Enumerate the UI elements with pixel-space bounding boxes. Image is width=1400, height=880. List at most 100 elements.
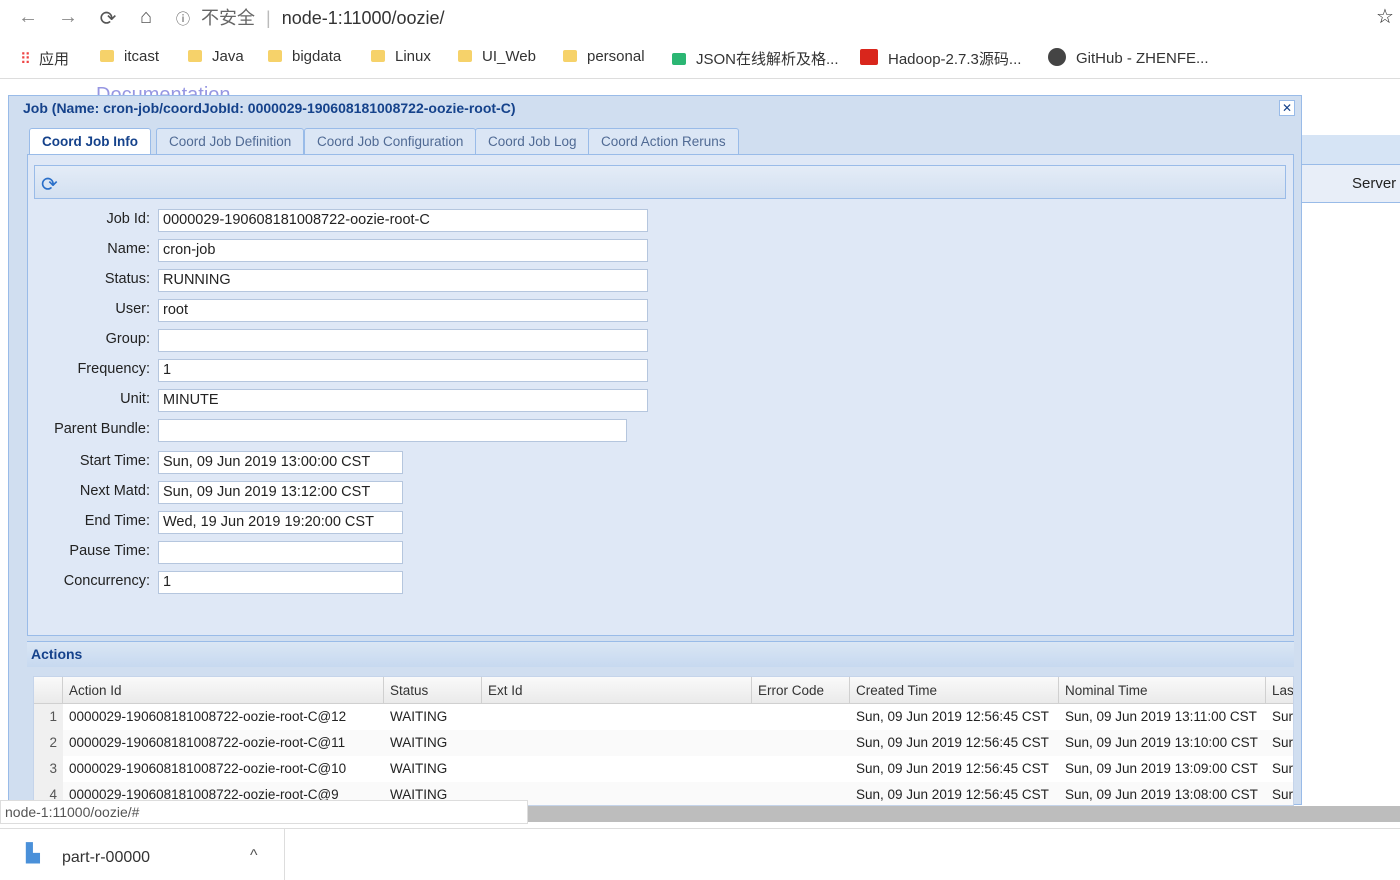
table-cell: 0000029-190608181008722-oozie-root-C@11 xyxy=(69,735,346,750)
bookmark-itcast[interactable]: itcast xyxy=(100,48,159,65)
field-label: Group: xyxy=(105,331,150,347)
info-icon[interactable]: ⓘ xyxy=(176,11,190,27)
table-cell: Sur xyxy=(1272,761,1294,776)
table-cell: 0000029-190608181008722-oozie-root-C@12 xyxy=(69,709,347,724)
table-cell: Sun, 09 Jun 2019 12:56:45 CST xyxy=(856,761,1049,776)
back-button[interactable]: ← xyxy=(16,6,40,29)
field-input[interactable]: cron-job xyxy=(158,239,648,262)
table-cell: Sun, 09 Jun 2019 13:11:00 CST xyxy=(1065,709,1257,724)
field-input[interactable] xyxy=(158,419,627,442)
json-icon xyxy=(672,53,686,65)
folder-icon xyxy=(268,50,282,62)
bookmark-json[interactable]: JSON在线解析及格... xyxy=(672,48,839,69)
folder-icon xyxy=(563,50,577,62)
field-input[interactable]: Sun, 09 Jun 2019 13:12:00 CST xyxy=(158,481,403,504)
job-dialog: Job (Name: cron-job/coordJobId: 0000029-… xyxy=(8,95,1302,806)
bookmark-java[interactable]: Java xyxy=(188,48,244,65)
table-cell xyxy=(752,782,850,805)
table-cell: Sun, 09 Jun 2019 12:56:45 CST xyxy=(856,735,1049,750)
chevron-up-icon[interactable]: ^ xyxy=(250,847,258,865)
field-input[interactable]: 1 xyxy=(158,359,648,382)
field-label: User: xyxy=(115,301,150,317)
tab-coord-job-info[interactable]: Coord Job Info xyxy=(29,128,151,155)
bookmark-personal[interactable]: personal xyxy=(563,48,645,65)
actions-header: Actions xyxy=(27,641,1294,667)
field-input[interactable]: 0000029-190608181008722-oozie-root-C xyxy=(158,209,648,232)
table-cell: WAITING xyxy=(390,761,448,776)
field-input[interactable]: root xyxy=(158,299,648,322)
table-cell: 0000029-190608181008722-oozie-root-C@10 xyxy=(69,761,347,776)
horizontal-scrollbar[interactable] xyxy=(528,806,1400,822)
column-header[interactable]: Created Time xyxy=(850,677,1059,704)
download-item[interactable]: ▙ part-r-00000 ^ xyxy=(0,829,285,880)
column-header[interactable]: Las xyxy=(1266,677,1293,704)
tab-coord-job-log[interactable]: Coord Job Log xyxy=(475,128,590,154)
column-header[interactable]: Action Id xyxy=(63,677,384,704)
table-row[interactable]: 2 0000029-190608181008722-oozie-root-C@11… xyxy=(34,730,1293,756)
row-number-header xyxy=(34,677,63,704)
field-label: Job Id: xyxy=(106,211,150,227)
field-input[interactable]: MINUTE xyxy=(158,389,648,412)
github-icon xyxy=(1048,48,1066,66)
field-input[interactable]: Sun, 09 Jun 2019 13:00:00 CST xyxy=(158,451,403,474)
bookmarks-bar: ⠿ 应用 itcast Java bigdata Linux UI_Web per… xyxy=(0,36,1400,79)
column-header[interactable]: Error Code xyxy=(752,677,850,704)
bookmark-ui-web[interactable]: UI_Web xyxy=(458,48,536,65)
field-input[interactable] xyxy=(158,541,403,564)
bookmark-hadoop[interactable]: Hadoop-2.7.3源码... xyxy=(860,48,1021,69)
tab-coord-job-configuration[interactable]: Coord Job Configuration xyxy=(304,128,477,154)
table-cell xyxy=(752,756,850,782)
table-cell xyxy=(752,704,850,730)
field-label: Status: xyxy=(104,271,150,287)
url-text[interactable]: node-1:11000/oozie/ xyxy=(282,8,445,28)
reload-button[interactable]: ⟳ xyxy=(96,6,120,31)
table-cell: WAITING xyxy=(390,735,448,750)
table-cell: Sun, 09 Jun 2019 13:10:00 CST xyxy=(1065,735,1258,750)
security-label: 不安全 xyxy=(201,8,256,28)
panel-toolbar: ⟳ xyxy=(34,165,1286,199)
close-button[interactable]: ✕ xyxy=(1279,100,1295,116)
address-bar[interactable]: ⓘ 不安全 | node-1:11000/oozie/ xyxy=(176,4,1396,32)
row-number: 1 xyxy=(34,704,63,730)
browser-toolbar: ← → ⟳ ⌂ ⓘ 不安全 | node-1:11000/oozie/ ☆ xyxy=(0,0,1400,36)
refresh-icon[interactable]: ⟳ xyxy=(41,172,58,197)
column-header[interactable]: Status xyxy=(384,677,482,704)
bookmark-github[interactable]: GitHub - ZHENFE... xyxy=(1048,48,1209,67)
field-input[interactable] xyxy=(158,329,648,352)
column-header[interactable]: Ext Id xyxy=(482,677,752,704)
download-filename: part-r-00000 xyxy=(62,849,151,866)
table-cell: WAITING xyxy=(390,709,448,724)
table-cell: Sur xyxy=(1272,787,1294,802)
folder-icon xyxy=(371,50,385,62)
field-label: Pause Time: xyxy=(69,543,150,559)
folder-icon xyxy=(188,50,202,62)
table-row[interactable]: 3 0000029-190608181008722-oozie-root-C@10… xyxy=(34,756,1294,782)
actions-grid: Action Id Status Ext Id Error Code Created T… xyxy=(33,676,1294,806)
table-row[interactable]: 1 0000029-190608181008722-oozie-root-C@12… xyxy=(34,704,1293,730)
bookmark-linux[interactable]: Linux xyxy=(371,48,431,65)
table-cell: Sun, 09 Jun 2019 12:56:45 CST xyxy=(856,787,1049,802)
field-label: Parent Bundle: xyxy=(54,421,150,437)
field-label: Start Time: xyxy=(79,453,150,469)
field-input[interactable]: 1 xyxy=(158,571,403,594)
forward-button[interactable]: → xyxy=(56,6,80,29)
table-cell xyxy=(482,730,752,756)
tab-coord-job-definition[interactable]: Coord Job Definition xyxy=(156,128,305,154)
field-label: Unit: xyxy=(120,391,150,407)
bookmark-star-icon[interactable]: ☆ xyxy=(1376,4,1394,29)
background-tab-strip xyxy=(1302,135,1400,165)
table-cell: Sun, 09 Jun 2019 12:56:45 CST xyxy=(856,709,1049,724)
table-cell xyxy=(752,730,850,756)
row-number: 3 xyxy=(34,756,63,782)
column-header[interactable]: Nominal Time xyxy=(1059,677,1266,704)
field-input[interactable]: Wed, 19 Jun 2019 19:20:00 CST xyxy=(158,511,403,534)
bookmark-bigdata[interactable]: bigdata xyxy=(268,48,341,65)
table-cell xyxy=(482,704,752,730)
table-cell: Sun, 09 Jun 2019 13:09:00 CST xyxy=(1065,761,1258,776)
dialog-title: Job (Name: cron-job/coordJobId: 0000029-… xyxy=(23,100,516,116)
home-button[interactable]: ⌂ xyxy=(134,6,158,29)
downloads-bar: ▙ part-r-00000 ^ xyxy=(0,828,1400,880)
bookmark-apps[interactable]: ⠿ 应用 xyxy=(20,48,69,69)
field-input[interactable]: RUNNING xyxy=(158,269,648,292)
tab-coord-action-reruns[interactable]: Coord Action Reruns xyxy=(588,128,739,154)
